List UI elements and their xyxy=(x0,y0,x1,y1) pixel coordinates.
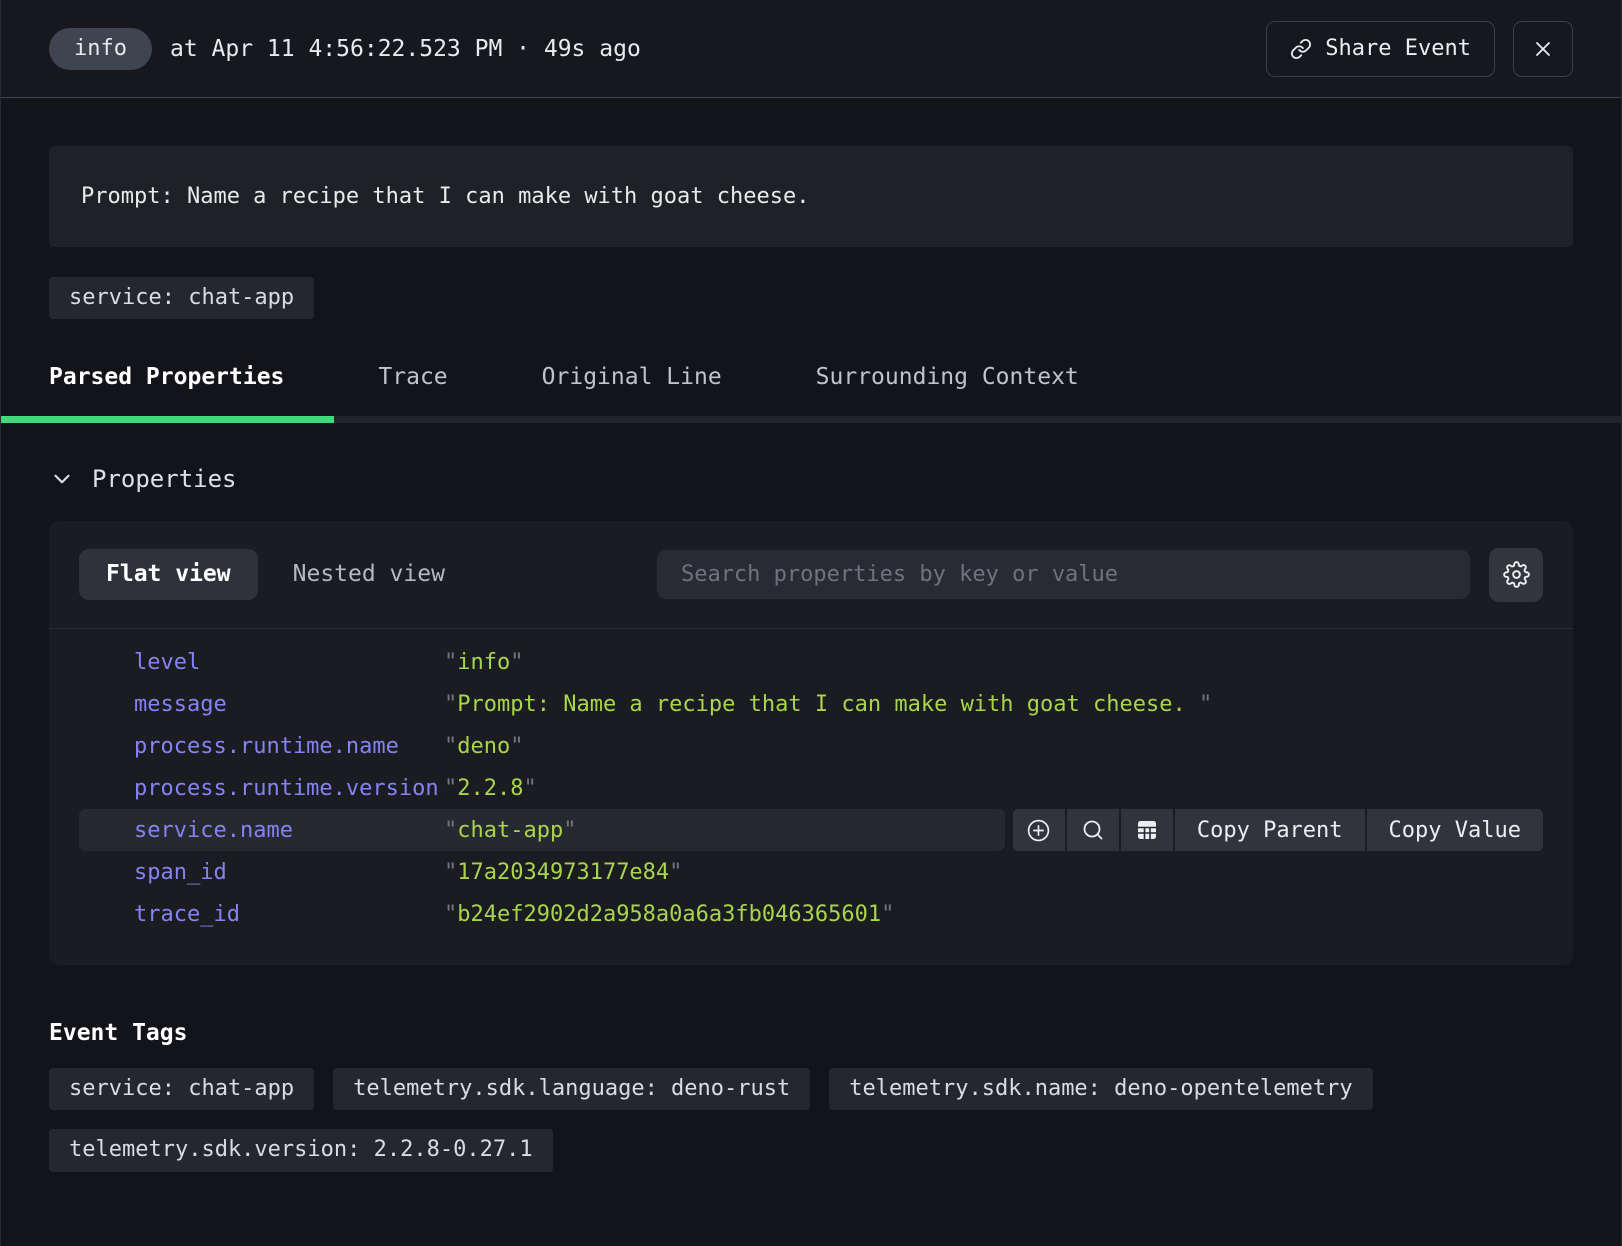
gear-icon xyxy=(1503,561,1530,588)
tab-underline-track xyxy=(1,416,1621,423)
property-key: span_id xyxy=(134,860,444,885)
property-row[interactable]: process.runtime.version"2.2.8" xyxy=(79,767,1543,809)
property-value: "17a2034973177e84" xyxy=(444,860,682,885)
event-tag-chip[interactable]: telemetry.sdk.version: 2.2.8-0.27.1 xyxy=(49,1129,553,1171)
row-action-group: Copy ParentCopy Value xyxy=(1013,809,1543,851)
copy-value-button[interactable]: Copy Value xyxy=(1367,809,1543,851)
properties-section-header[interactable]: Properties xyxy=(49,465,1573,493)
property-value: "deno" xyxy=(444,734,523,759)
properties-panel: Flat view Nested view level"info"message… xyxy=(49,521,1573,965)
event-tag-chip[interactable]: service: chat-app xyxy=(49,1068,314,1110)
tab-surrounding-context[interactable]: Surrounding Context xyxy=(816,364,1079,416)
properties-section-title: Properties xyxy=(92,465,237,493)
flat-view-button[interactable]: Flat view xyxy=(79,549,258,600)
property-row[interactable]: trace_id"b24ef2902d2a958a0a6a3fb04636560… xyxy=(79,893,1543,935)
property-value: "b24ef2902d2a958a0a6a3fb046365601" xyxy=(444,902,894,927)
property-row-content: level"info" xyxy=(79,641,1543,683)
properties-toolbar: Flat view Nested view xyxy=(49,521,1573,628)
event-tag-chip[interactable]: telemetry.sdk.name: deno-opentelemetry xyxy=(829,1068,1372,1110)
property-row-content: message"Prompt: Name a recipe that I can… xyxy=(79,683,1543,725)
table-icon xyxy=(1135,818,1159,842)
plus-circle-icon xyxy=(1026,818,1051,843)
search-icon xyxy=(1081,818,1105,842)
link-icon xyxy=(1290,38,1312,60)
property-key: process.runtime.name xyxy=(134,734,444,759)
service-tag-chip[interactable]: service: chat-app xyxy=(49,277,314,319)
property-value: "Prompt: Name a recipe that I can make w… xyxy=(444,692,1212,717)
event-tags-title: Event Tags xyxy=(49,1020,1573,1046)
property-row[interactable]: level"info" xyxy=(79,641,1543,683)
tab-original-line[interactable]: Original Line xyxy=(542,364,722,416)
property-row-content: process.runtime.version"2.2.8" xyxy=(79,767,1543,809)
log-message-preview: Prompt: Name a recipe that I can make wi… xyxy=(49,146,1573,247)
property-key: service.name xyxy=(134,818,444,843)
property-value: "chat-app" xyxy=(444,818,576,843)
add-to-query-button[interactable] xyxy=(1013,809,1065,851)
property-value: "2.2.8" xyxy=(444,776,537,801)
copy-parent-button[interactable]: Copy Parent xyxy=(1175,809,1365,851)
share-event-button[interactable]: Share Event xyxy=(1266,21,1495,77)
property-row[interactable]: message"Prompt: Name a recipe that I can… xyxy=(79,683,1543,725)
property-key: trace_id xyxy=(134,902,444,927)
event-header: info at Apr 11 4:56:22.523 PM · 49s ago … xyxy=(1,0,1621,98)
close-icon xyxy=(1531,37,1555,61)
level-badge: info xyxy=(49,28,152,70)
chevron-down-icon xyxy=(49,466,75,492)
property-row-content: trace_id"b24ef2902d2a958a0a6a3fb04636560… xyxy=(79,893,1543,935)
detail-tabs: Parsed Properties Trace Original Line Surro… xyxy=(1,364,1621,423)
tab-parsed-properties[interactable]: Parsed Properties xyxy=(49,364,284,416)
property-value: "info" xyxy=(444,650,523,675)
property-row-content: process.runtime.name"deno" xyxy=(79,725,1543,767)
active-tab-indicator xyxy=(1,416,334,423)
property-row[interactable]: span_id"17a2034973177e84" xyxy=(79,851,1543,893)
search-value-button[interactable] xyxy=(1067,809,1119,851)
property-key: process.runtime.version xyxy=(134,776,444,801)
nested-view-button[interactable]: Nested view xyxy=(266,549,472,600)
close-button[interactable] xyxy=(1513,21,1573,77)
properties-search-input[interactable] xyxy=(657,550,1470,599)
show-in-table-button[interactable] xyxy=(1121,809,1173,851)
property-row-content: span_id"17a2034973177e84" xyxy=(79,851,1543,893)
property-row-content: service.name"chat-app" xyxy=(79,809,1005,851)
event-timestamp: at Apr 11 4:56:22.523 PM · 49s ago xyxy=(170,36,641,62)
property-row[interactable]: process.runtime.name"deno" xyxy=(79,725,1543,767)
event-tag-chip[interactable]: telemetry.sdk.language: deno-rust xyxy=(333,1068,810,1110)
property-key: level xyxy=(134,650,444,675)
properties-settings-button[interactable] xyxy=(1489,548,1543,602)
property-row[interactable]: service.name"chat-app"Copy ParentCopy Va… xyxy=(79,809,1543,851)
property-key: message xyxy=(134,692,444,717)
tab-trace[interactable]: Trace xyxy=(378,364,447,416)
share-event-label: Share Event xyxy=(1325,36,1471,61)
